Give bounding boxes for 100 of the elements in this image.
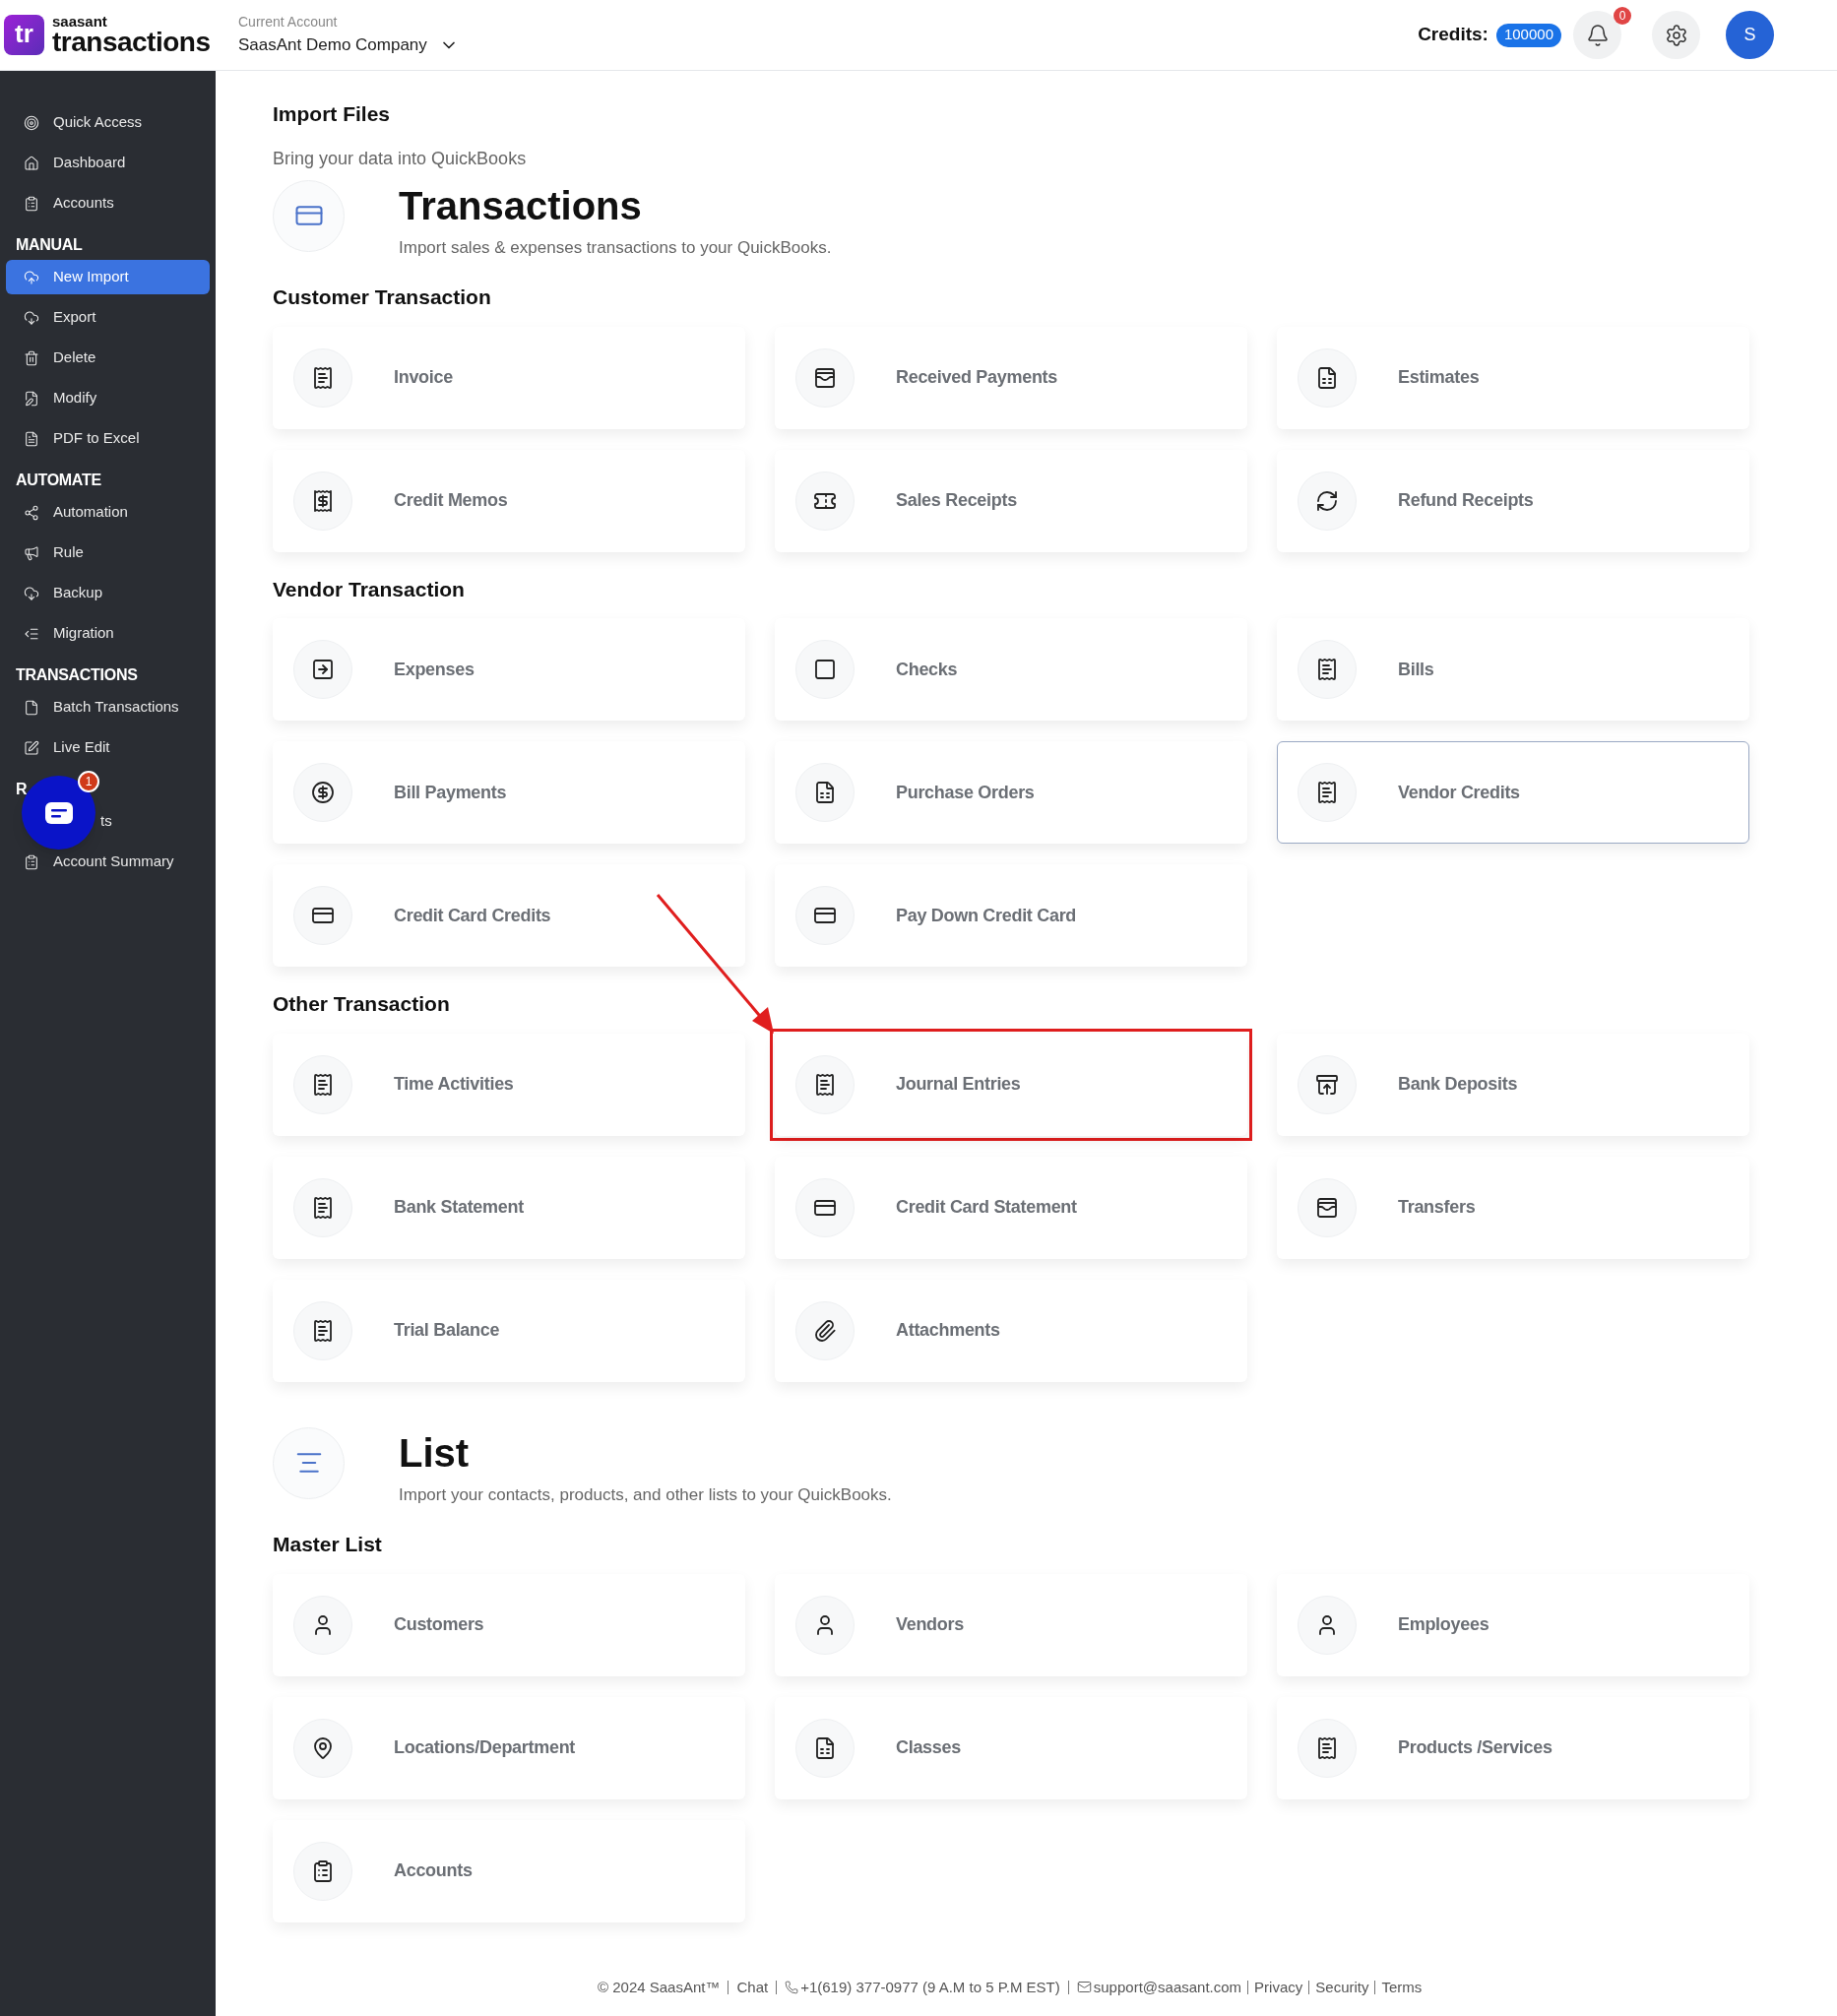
sidebar-item[interactable]: Dashboard	[6, 146, 210, 180]
chat-link[interactable]: Chat	[736, 1976, 769, 1998]
copyright-text: © 2024 SaasAnt™	[598, 1977, 721, 1997]
square-icon	[813, 658, 837, 681]
page-subtitle: Bring your data into QuickBooks	[273, 147, 528, 170]
import-card[interactable]: Credit Memos	[273, 449, 745, 552]
import-card[interactable]: Customers	[273, 1573, 745, 1676]
import-card[interactable]: Bills	[1277, 618, 1749, 721]
share-icon	[24, 504, 39, 521]
import-card[interactable]: Accounts	[273, 1819, 745, 1922]
receipt-icon	[311, 1318, 335, 1343]
document-icon	[813, 781, 837, 804]
import-card[interactable]: Classes	[775, 1696, 1247, 1799]
sidebar-item[interactable]: Batch Transactions	[6, 690, 210, 724]
credits-badge: 100000	[1495, 23, 1561, 47]
group-title: List	[399, 1429, 471, 1477]
sidebar-item[interactable]: PDF to Excel	[6, 421, 210, 456]
trash-icon	[24, 349, 39, 366]
section-title: Other Transaction	[273, 991, 451, 1017]
import-card[interactable]: Purchase Orders	[775, 741, 1247, 844]
page-title: Import Files	[273, 101, 392, 127]
receipt-icon	[311, 488, 335, 513]
sidebar-item[interactable]: Modify	[6, 381, 210, 415]
notifications-button[interactable]	[1573, 11, 1621, 59]
mail-icon	[1076, 1980, 1092, 1995]
import-card[interactable]: Bank Deposits	[1277, 1033, 1749, 1136]
import-card[interactable]: Bill Payments	[273, 741, 745, 844]
location-pin-icon	[311, 1735, 335, 1760]
import-card[interactable]: Invoice	[273, 326, 745, 429]
sidebar-item[interactable]: Automation	[6, 495, 210, 530]
import-card[interactable]: Vendor Credits	[1277, 741, 1749, 844]
receipt-icon	[1315, 658, 1339, 681]
section-title: Master List	[273, 1532, 383, 1557]
receipt-icon	[813, 1072, 837, 1097]
user-avatar[interactable]: S	[1726, 11, 1774, 59]
clipboard-icon	[311, 1858, 335, 1883]
section-title: Customer Transaction	[273, 284, 492, 310]
import-card[interactable]: Locations/Department	[273, 1696, 745, 1799]
import-card[interactable]: Estimates	[1277, 326, 1749, 429]
footer-link[interactable]: Security	[1315, 1976, 1369, 1998]
sidebar-item[interactable]: Rule	[6, 536, 210, 570]
sidebar-item[interactable]: Accounts	[6, 186, 210, 220]
upload-icon	[24, 269, 39, 285]
import-card[interactable]: Employees	[1277, 1573, 1749, 1676]
import-card[interactable]: Pay Down Credit Card	[775, 864, 1247, 967]
clipboard-icon	[24, 195, 39, 212]
sidebar-item[interactable]: New Import	[6, 260, 210, 294]
settings-button[interactable]	[1652, 11, 1700, 59]
clipboard-icon	[24, 853, 39, 870]
megaphone-icon	[24, 544, 39, 561]
import-card[interactable]: Trial Balance	[273, 1279, 745, 1382]
import-card[interactable]: Sales Receipts	[775, 449, 1247, 552]
sidebar-item[interactable]: Export	[6, 300, 210, 335]
file-icon	[24, 430, 39, 447]
target-icon	[24, 114, 39, 131]
phone-text: +1(619) 377-0977 (9 A.M to 5 P.M EST)	[800, 1977, 1060, 1997]
import-card[interactable]: Received Payments	[775, 326, 1247, 429]
import-card[interactable]: Journal Entries	[775, 1033, 1247, 1136]
dollar-icon	[311, 781, 335, 804]
credits-label: Credits:	[1418, 23, 1489, 47]
footer-link[interactable]: Privacy	[1254, 1976, 1303, 1998]
logo-brand: saasant	[52, 14, 108, 29]
footer-link[interactable]: Terms	[1381, 1976, 1423, 1998]
sidebar-item[interactable]: ts	[6, 804, 210, 839]
import-card[interactable]: Transfers	[1277, 1156, 1749, 1259]
sidebar-heading: TRANSACTIONS	[16, 665, 138, 685]
sidebar-item[interactable]: Backup	[6, 576, 210, 610]
chat-icon	[44, 801, 73, 824]
receipt-icon	[1315, 781, 1339, 804]
sidebar-item[interactable]: Account Summary	[6, 845, 210, 879]
file-edit-icon	[24, 390, 39, 407]
logo-product: transactions	[52, 29, 211, 56]
sidebar-item[interactable]: Live Edit	[6, 730, 210, 765]
bell-icon	[1585, 23, 1610, 47]
group-description: Import sales & expenses transactions to your QuickBooks.	[399, 236, 832, 259]
settings-icon	[1664, 23, 1688, 47]
document-icon	[813, 1735, 837, 1760]
refresh-icon	[1315, 488, 1339, 513]
sidebar-heading: AUTOMATE	[16, 471, 101, 490]
receipt-icon	[1315, 1735, 1339, 1760]
import-card[interactable]: Credit Card Credits	[273, 864, 745, 967]
account-selector[interactable]: SaasAnt Demo Company	[238, 32, 459, 58]
paperclip-icon	[813, 1318, 837, 1343]
sidebar-item[interactable]: Migration	[6, 616, 210, 651]
download-icon	[24, 585, 39, 601]
email-link[interactable]: support@saasant.com	[1093, 1976, 1242, 1998]
import-card[interactable]: Attachments	[775, 1279, 1247, 1382]
receipt-icon	[311, 1072, 335, 1097]
import-card[interactable]: Refund Receipts	[1277, 449, 1749, 552]
sidebar-item[interactable]: Delete	[6, 341, 210, 375]
sidebar-item[interactable]: Quick Access	[6, 105, 210, 140]
import-card[interactable]: Credit Card Statement	[775, 1156, 1247, 1259]
edit-icon	[24, 739, 39, 756]
import-card[interactable]: Expenses	[273, 618, 745, 721]
import-card[interactable]: Vendors	[775, 1573, 1247, 1676]
import-card[interactable]: Bank Statement	[273, 1156, 745, 1259]
home-icon	[24, 155, 39, 171]
import-card[interactable]: Checks	[775, 618, 1247, 721]
import-card[interactable]: Products /Services	[1277, 1696, 1749, 1799]
import-card[interactable]: Time Activities	[273, 1033, 745, 1136]
